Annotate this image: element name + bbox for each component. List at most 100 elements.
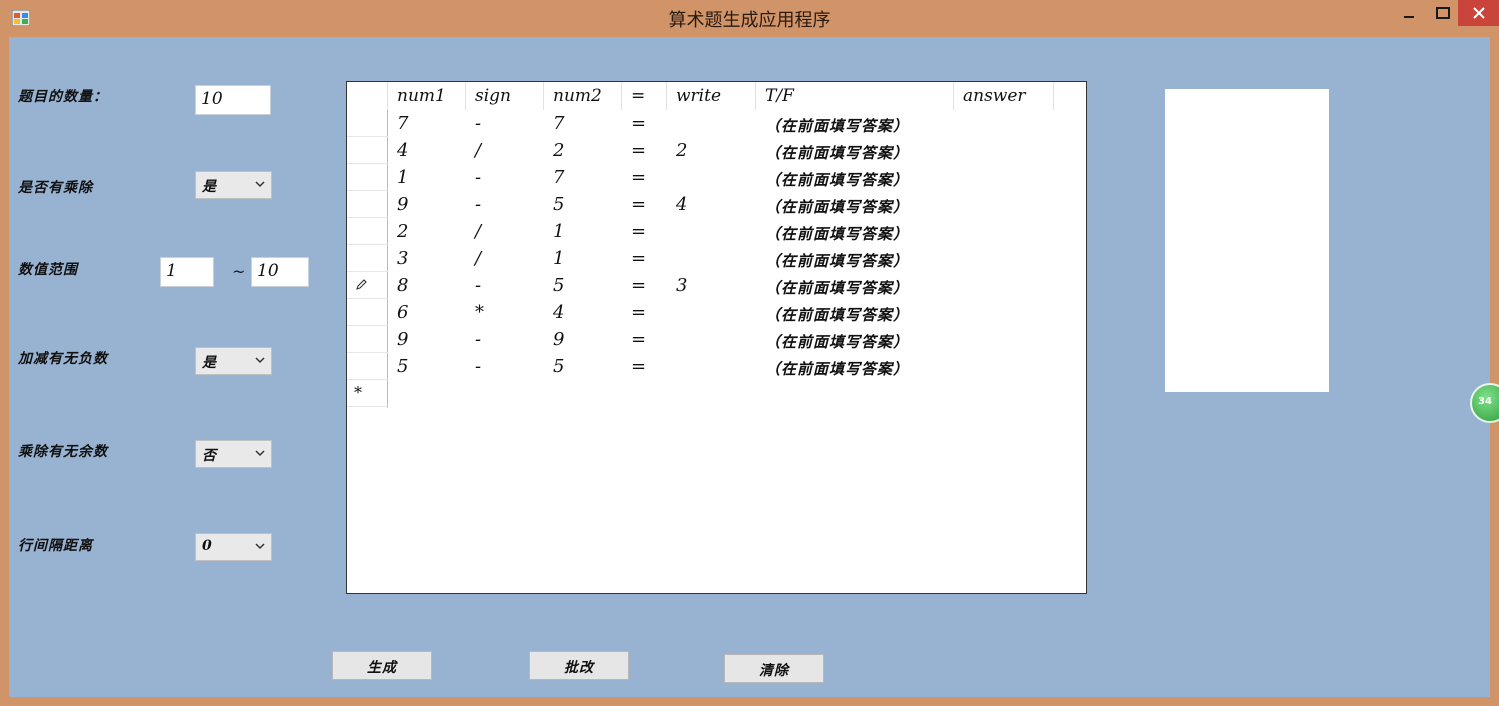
close-button[interactable]	[1458, 0, 1499, 26]
remainder-select[interactable]: 否	[195, 440, 272, 468]
cell-num2[interactable]: 7	[544, 110, 622, 137]
cell-sign[interactable]: -	[466, 326, 544, 353]
generate-button[interactable]: 生成	[332, 651, 432, 680]
range-max-input[interactable]: 10	[251, 257, 309, 287]
clear-button[interactable]: 清除	[724, 654, 824, 683]
cell-num1[interactable]: 8	[388, 272, 466, 299]
cell-num2[interactable]: 4	[544, 299, 622, 326]
new-row[interactable]: *	[347, 380, 388, 407]
cell-num1[interactable]: 5	[388, 353, 466, 380]
cell-answer[interactable]	[954, 272, 1054, 299]
negative-select[interactable]: 是	[195, 347, 272, 375]
cell-num1[interactable]: 4	[388, 137, 466, 164]
cell-tf[interactable]: （在前面填写答案）	[756, 191, 954, 218]
row-header[interactable]	[347, 326, 388, 353]
cell-answer[interactable]	[954, 110, 1054, 137]
cell-answer[interactable]	[954, 326, 1054, 353]
column-header-write[interactable]: write	[667, 82, 756, 110]
cell-write[interactable]	[667, 245, 756, 272]
column-header-answer[interactable]: answer	[954, 82, 1054, 110]
row-header[interactable]	[347, 299, 388, 326]
cell-sign[interactable]: -	[466, 272, 544, 299]
cell-write[interactable]: 2	[667, 137, 756, 164]
cell-equals[interactable]: =	[622, 137, 667, 164]
cell-write[interactable]	[667, 164, 756, 191]
column-header-equals[interactable]: =	[622, 82, 667, 110]
muldiv-select[interactable]: 是	[195, 171, 272, 199]
range-min-input[interactable]: 1	[160, 257, 214, 287]
cell-tf[interactable]: （在前面填写答案）	[756, 326, 954, 353]
cell-sign[interactable]: *	[466, 299, 544, 326]
cell-answer[interactable]	[954, 218, 1054, 245]
row-header[interactable]	[347, 137, 388, 164]
cell-write[interactable]	[667, 299, 756, 326]
cell-tf[interactable]: （在前面填写答案）	[756, 353, 954, 380]
cell-equals[interactable]: =	[622, 272, 667, 299]
table-row[interactable]: 9-5 = 4 （在前面填写答案）	[347, 191, 1054, 218]
table-row[interactable]: 2/1 = （在前面填写答案）	[347, 218, 1054, 245]
cell-num2[interactable]: 5	[544, 191, 622, 218]
grade-button[interactable]: 批改	[529, 651, 629, 680]
spacing-select[interactable]: 0	[195, 533, 272, 561]
cell-tf[interactable]: （在前面填写答案）	[756, 164, 954, 191]
count-input[interactable]: 10	[195, 85, 271, 115]
cell-answer[interactable]	[954, 353, 1054, 380]
table-row[interactable]: 3/1 = （在前面填写答案）	[347, 245, 1054, 272]
cell-write[interactable]: 4	[667, 191, 756, 218]
row-header[interactable]	[347, 272, 388, 299]
cell-num2[interactable]: 5	[544, 353, 622, 380]
row-header[interactable]	[347, 245, 388, 272]
cell-write[interactable]	[667, 110, 756, 137]
cell-equals[interactable]: =	[622, 191, 667, 218]
cell-num1[interactable]: 6	[388, 299, 466, 326]
row-header[interactable]: *	[347, 380, 388, 407]
cell-answer[interactable]	[954, 245, 1054, 272]
cell-num1[interactable]: 7	[388, 110, 466, 137]
cell-write[interactable]	[667, 326, 756, 353]
table-row[interactable]: 6 * 4 = （在前面填写答案）	[347, 299, 1054, 326]
cell-num2[interactable]: 2	[544, 137, 622, 164]
cell-answer[interactable]	[954, 164, 1054, 191]
cell-tf[interactable]: （在前面填写答案）	[756, 299, 954, 326]
cell-tf[interactable]: （在前面填写答案）	[756, 272, 954, 299]
table-row[interactable]: 7-7 = （在前面填写答案）	[347, 110, 1054, 137]
maximize-button[interactable]	[1428, 0, 1458, 26]
cell-tf[interactable]: （在前面填写答案）	[756, 110, 954, 137]
cell-num1[interactable]: 9	[388, 191, 466, 218]
cell-equals[interactable]: =	[622, 245, 667, 272]
table-row[interactable]: 4/2 = 2 （在前面填写答案）	[347, 137, 1054, 164]
column-header-num1[interactable]: num1	[388, 82, 466, 110]
cell-answer[interactable]	[954, 299, 1054, 326]
cell-write[interactable]: 3	[667, 272, 756, 299]
cell-num2[interactable]: 1	[544, 218, 622, 245]
cell-num1[interactable]: 3	[388, 245, 466, 272]
cell-tf[interactable]: （在前面填写答案）	[756, 137, 954, 164]
cell-equals[interactable]: =	[622, 326, 667, 353]
cell-sign[interactable]: -	[466, 110, 544, 137]
row-header[interactable]	[347, 110, 388, 137]
table-row[interactable]: 1-7 = （在前面填写答案）	[347, 164, 1054, 191]
cell-sign[interactable]: /	[466, 245, 544, 272]
column-header-sign[interactable]: sign	[466, 82, 544, 110]
cell-sign[interactable]: -	[466, 191, 544, 218]
cell-num2[interactable]: 1	[544, 245, 622, 272]
cell-sign[interactable]: /	[466, 218, 544, 245]
cell-num2[interactable]: 5	[544, 272, 622, 299]
cell-num2[interactable]: 9	[544, 326, 622, 353]
cell-write[interactable]	[667, 218, 756, 245]
cell-answer[interactable]	[954, 137, 1054, 164]
cell-equals[interactable]: =	[622, 164, 667, 191]
cell-equals[interactable]: =	[622, 353, 667, 380]
row-header[interactable]	[347, 218, 388, 245]
minimize-button[interactable]	[1390, 0, 1428, 26]
cell-sign[interactable]: /	[466, 137, 544, 164]
cell-num1[interactable]: 9	[388, 326, 466, 353]
cell-equals[interactable]: =	[622, 299, 667, 326]
cell-tf[interactable]: （在前面填写答案）	[756, 218, 954, 245]
row-header[interactable]	[347, 191, 388, 218]
cell-num1[interactable]: 2	[388, 218, 466, 245]
cell-tf[interactable]: （在前面填写答案）	[756, 245, 954, 272]
cell-sign[interactable]: -	[466, 164, 544, 191]
cell-sign[interactable]: -	[466, 353, 544, 380]
table-row[interactable]: 8-5 = 3 （在前面填写答案）	[347, 272, 1054, 299]
